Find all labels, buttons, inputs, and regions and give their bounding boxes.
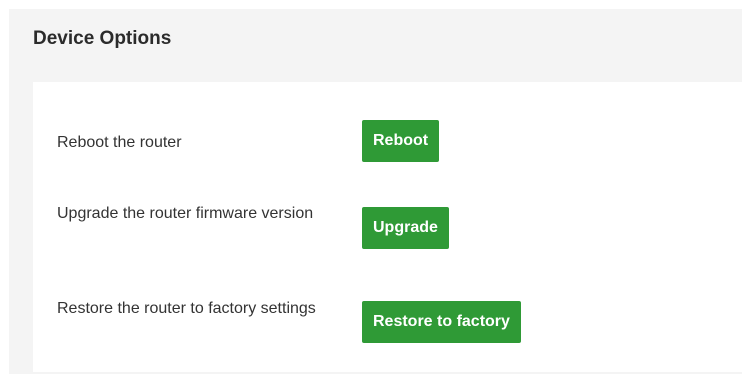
- option-label-reboot: Reboot the router: [57, 134, 182, 151]
- device-options-panel: Device Options Reboot the router Reboot …: [9, 9, 742, 374]
- options-list: Reboot the router Reboot Upgrade the rou…: [33, 82, 742, 372]
- panel-title: Device Options: [33, 28, 172, 49]
- option-label-restore: Restore the router to factory settings: [57, 300, 316, 317]
- reboot-button[interactable]: Reboot: [362, 120, 440, 162]
- option-label-upgrade: Upgrade the router firmware version: [57, 205, 314, 222]
- upgrade-button[interactable]: Upgrade: [362, 207, 449, 249]
- restore-to-factory-button[interactable]: Restore to factory: [362, 301, 521, 343]
